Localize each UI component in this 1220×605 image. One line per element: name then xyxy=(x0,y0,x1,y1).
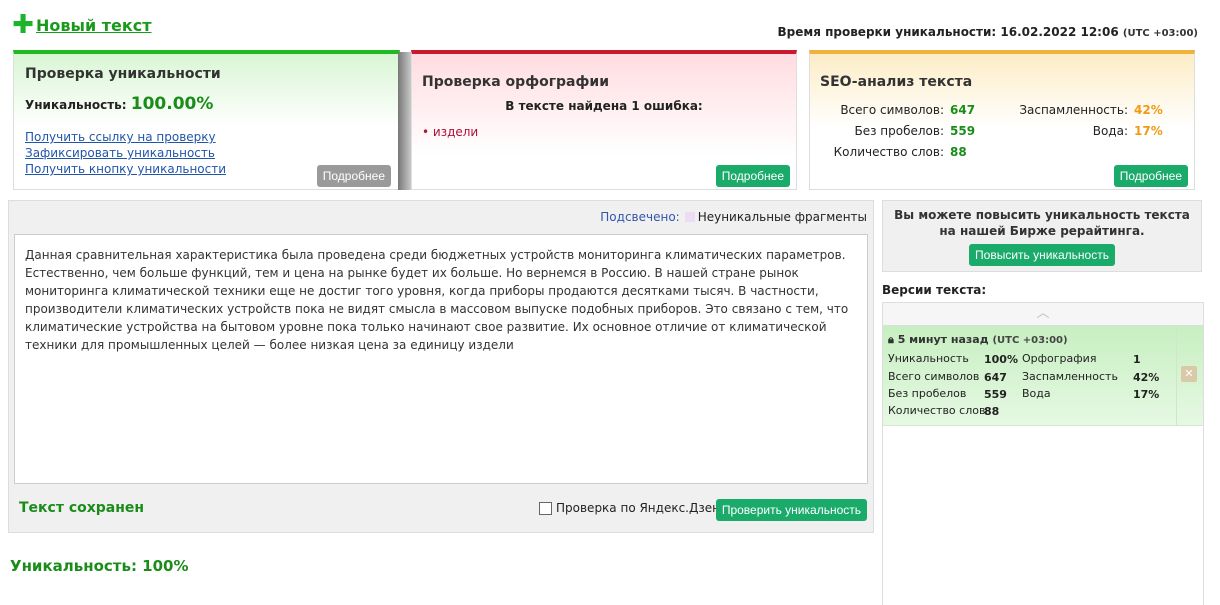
seo-water-value: 17% xyxy=(1134,124,1163,138)
seo-word-count-value: 88 xyxy=(950,145,967,159)
check-time: Время проверки уникальности: 16.02.2022 … xyxy=(778,25,1198,39)
seo-spam-value: 42% xyxy=(1134,103,1163,117)
version-uniq-label: Уникальность xyxy=(888,352,969,365)
seo-spam: Заспамленность: 42% xyxy=(1006,103,1163,117)
promo-box: Вы можете повысить уникальность текста н… xyxy=(882,200,1202,272)
uniqueness-card: Проверка уникальности Уникальность: 100.… xyxy=(13,50,400,190)
version-water-value: 17% xyxy=(1133,388,1160,401)
uniqueness-links: Получить ссылку на проверку Зафиксироват… xyxy=(25,129,226,177)
version-separator xyxy=(1176,326,1177,425)
seo-word-count: Количество слов: 88 xyxy=(820,145,967,159)
seo-more-button[interactable]: Подробнее xyxy=(1113,165,1188,187)
highlighted-label: Подсвечено: xyxy=(600,210,680,224)
fix-uniqueness-link[interactable]: Зафиксировать уникальность xyxy=(25,145,226,161)
yandex-zen-checkbox[interactable] xyxy=(539,501,552,515)
version-total-label: Всего символов xyxy=(888,370,980,383)
uniqueness-line: Уникальность: 100.00% xyxy=(25,94,213,114)
version-spelling-value: 1 xyxy=(1133,353,1141,366)
seo-total-chars-label: Всего символов: xyxy=(840,103,944,117)
yandex-zen-label: Проверка по Яндекс.Дзен xyxy=(556,501,720,515)
versions-panel: ︿ 🔒︎ 5 минут назад (UTC +03:00) Уникальн… xyxy=(882,302,1204,605)
spelling-found-text: В тексте найдена 1 ошибка: xyxy=(505,99,703,113)
spelling-card-title: Проверка орфографии xyxy=(422,74,609,90)
editor-panel: Подсвечено: Неуникальные фрагменты Данная… xyxy=(8,200,874,533)
version-nospace-label: Без пробелов xyxy=(888,387,967,400)
check-time-label: Время проверки уникальности: 16.02.2022 … xyxy=(777,25,1119,39)
version-tz: (UTC +03:00) xyxy=(992,335,1068,346)
highlight-legend: Подсвечено: Неуникальные фрагменты xyxy=(600,210,867,224)
plus-icon: ✚ xyxy=(12,10,34,40)
version-header: 🔒︎ 5 минут назад (UTC +03:00) xyxy=(888,333,1068,347)
bottom-uniqueness: Уникальность: 100% xyxy=(10,557,189,575)
version-total-value: 647 xyxy=(984,371,1007,384)
text-editor[interactable]: Данная сравнительная характеристика была… xyxy=(14,234,868,484)
check-time-tz: (UTC +03:00) xyxy=(1122,28,1198,39)
lock-icon: 🔒︎ xyxy=(888,333,894,346)
version-water-label: Вода xyxy=(1022,387,1051,400)
versions-title: Версии текста: xyxy=(882,283,987,297)
spelling-card: Проверка орфографии В тексте найдена 1 о… xyxy=(411,50,797,190)
close-icon[interactable]: ✕ xyxy=(1181,366,1197,382)
uniqueness-more-button[interactable]: Подробнее xyxy=(316,165,391,187)
promo-text: Вы можете повысить уникальность текста н… xyxy=(894,208,1190,238)
version-time: 5 минут назад xyxy=(897,333,989,346)
seo-no-spaces-value: 559 xyxy=(950,124,976,138)
version-spam-label: Заспамленность xyxy=(1022,370,1118,383)
check-uniqueness-button[interactable]: Проверить уникальность xyxy=(715,499,867,521)
version-spelling-label: Орфография xyxy=(1022,352,1097,365)
version-uniq-value: 100% xyxy=(984,353,1018,366)
seo-card: SEO-анализ текста Всего символов: 647 Без… xyxy=(809,50,1195,190)
version-nospace-value: 559 xyxy=(984,388,1007,401)
increase-uniqueness-button[interactable]: Повысить уникальность xyxy=(969,244,1115,266)
card-shadow-divider xyxy=(398,52,412,190)
new-text-link[interactable]: ✚ Новый текст xyxy=(12,10,152,40)
seo-card-title: SEO-анализ текста xyxy=(820,74,973,90)
yandex-zen-checkbox-row[interactable]: Проверка по Яндекс.Дзен xyxy=(539,501,720,515)
seo-total-chars-value: 647 xyxy=(950,103,976,117)
seo-water: Вода: 17% xyxy=(1006,124,1163,138)
seo-total-chars: Всего символов: 647 xyxy=(820,103,975,117)
version-words-value: 88 xyxy=(984,405,1000,418)
version-spam-value: 42% xyxy=(1133,371,1160,384)
get-check-link[interactable]: Получить ссылку на проверку xyxy=(25,129,226,145)
new-text-label[interactable]: Новый текст xyxy=(36,16,152,35)
version-item[interactable]: 🔒︎ 5 минут назад (UTC +03:00) Уникальнос… xyxy=(883,326,1203,426)
seo-no-spaces-label: Без пробелов: xyxy=(854,124,944,138)
uniqueness-card-title: Проверка уникальности xyxy=(25,66,221,82)
seo-spam-label: Заспамленность: xyxy=(1019,103,1128,117)
seo-word-count-label: Количество слов: xyxy=(833,145,944,159)
spelling-error-item[interactable]: • издели xyxy=(422,125,478,139)
text-saved-status: Текст сохранен xyxy=(19,500,145,516)
seo-no-spaces: Без пробелов: 559 xyxy=(820,124,975,138)
version-words-label: Количество слов xyxy=(888,404,986,417)
highlight-swatch xyxy=(684,212,695,222)
get-button-link[interactable]: Получить кнопку уникальности xyxy=(25,161,226,177)
chevron-up-icon[interactable]: ︿ xyxy=(883,303,1203,326)
uniqueness-value: 100.00% xyxy=(130,94,214,114)
uniqueness-label: Уникальность: xyxy=(25,98,127,112)
spelling-more-button[interactable]: Подробнее xyxy=(715,165,790,187)
seo-water-label: Вода: xyxy=(1092,124,1128,138)
highlight-legend-label: Неуникальные фрагменты xyxy=(697,210,867,224)
